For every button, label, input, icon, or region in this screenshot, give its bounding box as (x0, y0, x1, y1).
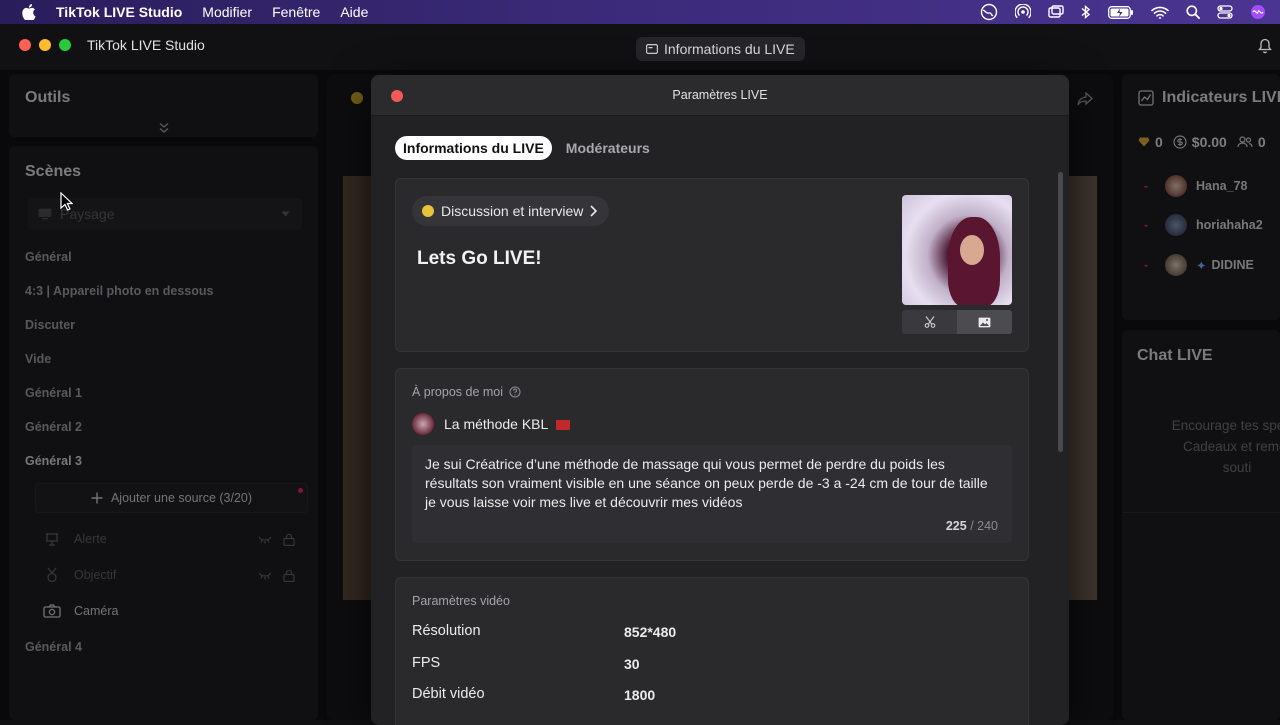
cover-image[interactable] (902, 195, 1012, 305)
category-selector[interactable]: Discussion et interview (412, 196, 610, 226)
globe-icon[interactable] (980, 3, 998, 21)
video-param-label: Résolution (412, 623, 481, 639)
about-me-card: À propos de moi La méthode KBL Je sui Cr… (395, 368, 1029, 561)
tab-live-info[interactable]: Informations du LIVE (395, 136, 552, 160)
modal-header: Paramètres LIVE (371, 75, 1069, 116)
bell-icon[interactable] (1258, 38, 1272, 54)
chevron-right-icon (590, 205, 598, 217)
video-params-title: Paramètres vidéo (412, 594, 510, 608)
window-titlebar: TikTok LIVE Studio Informations du LIVE (0, 24, 1280, 70)
live-info-pill[interactable]: Informations du LIVE (636, 37, 805, 61)
about-me-header: À propos de moi (412, 385, 521, 399)
profile-name: La méthode KBL (444, 416, 570, 432)
bluetooth-icon[interactable] (1081, 4, 1091, 20)
category-label: Discussion et interview (441, 203, 584, 219)
tab-moderators[interactable]: Modérateurs (558, 136, 658, 160)
mac-menubar: TikTok LIVE Studio Modifier Fenêtre Aide (0, 0, 1280, 24)
screen-mirror-icon[interactable] (1048, 5, 1064, 19)
help-icon[interactable] (509, 386, 521, 398)
menubar-status-icons (980, 0, 1266, 24)
profile-row: La méthode KBL (412, 413, 570, 435)
mouse-cursor-icon (60, 192, 73, 211)
siri-icon[interactable] (1250, 4, 1266, 20)
apple-icon[interactable] (22, 4, 38, 20)
video-param-value: 852*480 (624, 624, 677, 640)
video-param-value: 30 (624, 656, 640, 672)
window-title: TikTok LIVE Studio (87, 37, 205, 53)
crop-button[interactable] (902, 310, 957, 334)
live-title-input[interactable]: Lets Go LIVE! (417, 248, 542, 270)
live-info-card: Discussion et interview Lets Go LIVE! (395, 178, 1029, 352)
window-zoom-button[interactable] (59, 39, 71, 51)
spotlight-search-icon[interactable] (1186, 5, 1200, 19)
about-me-label: À propos de moi (412, 385, 504, 399)
bio-char-counter: 225 / 240 (945, 519, 998, 533)
modal-scrollbar[interactable] (1058, 172, 1063, 452)
menu-app[interactable]: TikTok LIVE Studio (56, 4, 182, 20)
live-settings-modal: Paramètres LIVE Informations du LIVE Mod… (371, 75, 1069, 725)
scissors-icon (924, 316, 935, 328)
video-param-label: FPS (412, 655, 441, 671)
live-info-pill-label: Informations du LIVE (664, 41, 795, 57)
change-image-button[interactable] (957, 310, 1012, 334)
flag-icon (555, 420, 570, 431)
window-minimize-button[interactable] (39, 39, 51, 51)
menu-aide[interactable]: Aide (340, 4, 368, 20)
battery-icon[interactable] (1108, 5, 1134, 19)
profile-avatar (412, 413, 434, 435)
menu-modifier[interactable]: Modifier (202, 4, 252, 20)
bio-text: Je sui Créatrice d’une méthode de massag… (425, 456, 988, 510)
cover-actions (902, 310, 1012, 334)
video-params-card: Paramètres vidéo Résolution 852*480 FPS … (395, 577, 1029, 725)
modal-tabs: Informations du LIVE Modérateurs (395, 136, 658, 160)
image-icon (978, 317, 991, 327)
video-param-value: 1800 (624, 687, 656, 703)
wifi-icon[interactable] (1151, 6, 1169, 19)
window-close-button[interactable] (19, 39, 31, 51)
video-param-label: Débit vidéo (412, 686, 485, 702)
control-center-icon[interactable] (1217, 5, 1233, 19)
card-icon (646, 44, 658, 54)
modal-title: Paramètres LIVE (672, 88, 768, 102)
menu-fenetre[interactable]: Fenêtre (272, 4, 320, 20)
bio-textarea[interactable]: Je sui Créatrice d’une méthode de massag… (412, 445, 1012, 543)
category-icon (422, 205, 434, 217)
airdrop-icon[interactable] (1015, 4, 1031, 20)
